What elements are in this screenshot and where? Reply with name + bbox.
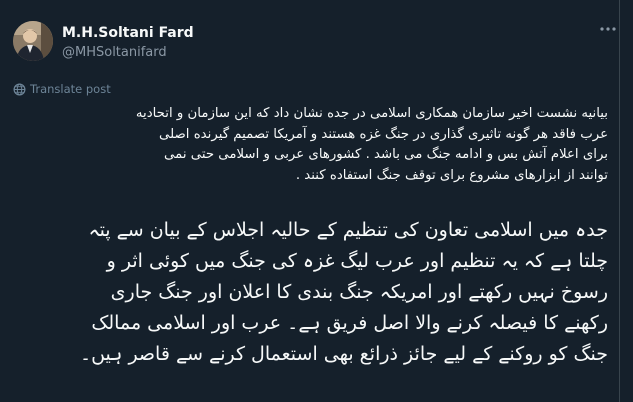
tweet-card: M.H.Soltani Fard @MHSoltanifard Translat… — [0, 0, 620, 402]
post-text-line: برای اعلام آتش بس و ادامه جنگ می باشد . … — [164, 147, 608, 162]
translate-post-link[interactable]: Translate post — [13, 82, 111, 96]
profile-photo-icon — [13, 21, 53, 61]
author-name[interactable]: M.H.Soltani Fard — [62, 25, 194, 41]
post-text-line: جنگ کو روکنے کے لیے جائز ذرائع بھی استعم… — [79, 343, 608, 365]
avatar[interactable] — [13, 21, 53, 61]
post-text-line: رکھنے کا فیصلہ کرنے والا اصل فریق ہے۔ عر… — [91, 312, 608, 334]
post-text-persian: بیانیه نشست اخیر سازمان همکاری اسلامی در… — [16, 104, 608, 186]
globe-icon — [13, 83, 26, 95]
post-text-line: رسوخ نہیں رکھتے اور امریکہ جنگ بندی کا ا… — [110, 281, 608, 303]
more-horizontal-icon — [600, 27, 616, 31]
author-handle[interactable]: @MHSoltanifard — [62, 45, 167, 60]
post-text-urdu: جدہ میں اسلامی تعاون کی تنظیم کے حالیہ ا… — [10, 215, 608, 370]
post-text-line: توانند از ابزارهای مشروع برای توقف جنگ ا… — [295, 167, 608, 183]
post-text-line: جدہ میں اسلامی تعاون کی تنظیم کے حالیہ ا… — [88, 219, 608, 241]
translate-label: Translate post — [30, 82, 111, 96]
post-text-line: چلتا ہے کہ یہ تنظیم اور عرب لیگ غزہ کی ج… — [106, 250, 608, 272]
post-text-line: بیانیه نشست اخیر سازمان همکاری اسلامی در… — [135, 106, 608, 121]
more-options-button[interactable] — [596, 17, 620, 41]
post-text-line: عرب فاقد هر گونه تاثیری گذاری در جنگ غزه… — [159, 126, 608, 142]
